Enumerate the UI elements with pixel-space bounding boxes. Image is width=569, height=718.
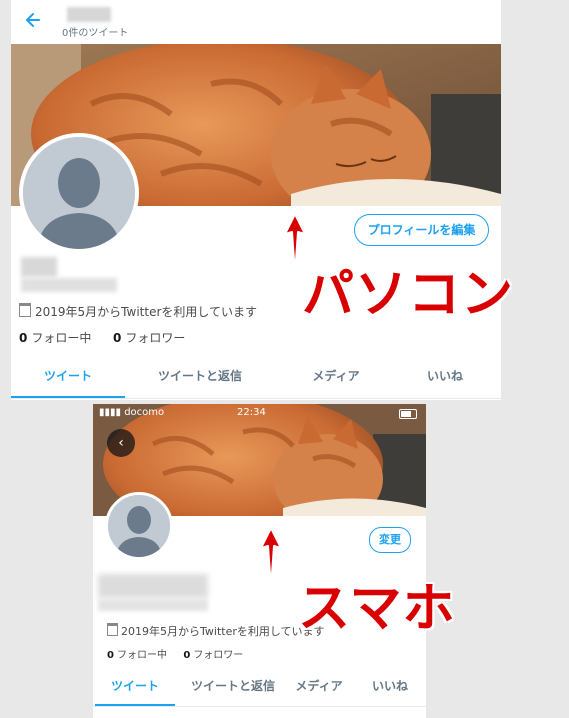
following-link[interactable]: 0 フォロー中 bbox=[19, 331, 91, 345]
phone-annotation-arrow bbox=[260, 527, 282, 589]
tweet-count: 0件のツイート bbox=[62, 28, 129, 39]
display-name-redacted bbox=[98, 574, 208, 598]
edit-profile-button[interactable]: 変更 bbox=[369, 527, 411, 553]
username-redacted bbox=[21, 278, 117, 292]
chevron-left-icon[interactable]: ‹ bbox=[107, 429, 135, 457]
profile-tabs: ツイート ツイートと返信 メディア いいね bbox=[93, 668, 426, 707]
battery-icon bbox=[399, 409, 417, 419]
following-count: 0 bbox=[19, 331, 28, 345]
username-redacted bbox=[98, 599, 208, 611]
following-link[interactable]: 0 フォロー中 bbox=[107, 650, 167, 661]
profile-avatar[interactable] bbox=[19, 133, 139, 253]
tab-likes[interactable]: いいね bbox=[361, 668, 419, 704]
followers-count: 0 bbox=[113, 331, 122, 345]
tab-media[interactable]: メディア bbox=[291, 358, 381, 396]
status-bar: ▮▮▮▮ docomo 22:34 bbox=[99, 407, 421, 421]
display-name-redacted bbox=[21, 257, 57, 277]
follow-stats: 0 フォロー中 0 フォロワー bbox=[19, 329, 185, 346]
joined-text: 2019年5月からTwitterを利用しています bbox=[35, 305, 258, 319]
joined-date: 2019年5月からTwitterを利用しています bbox=[19, 303, 257, 320]
followers-link[interactable]: 0 フォロワー bbox=[113, 331, 185, 345]
calendar-icon bbox=[19, 303, 31, 317]
followers-label: フォロワー bbox=[125, 331, 186, 345]
joined-date: 2019年5月からTwitterを利用しています bbox=[107, 623, 325, 639]
follow-stats: 0 フォロー中 0 フォロワー bbox=[107, 646, 243, 661]
following-label: フォロー中 bbox=[116, 650, 167, 661]
followers-count: 0 bbox=[183, 650, 191, 661]
following-count: 0 bbox=[107, 650, 114, 661]
pc-annotation-label: パソコン bbox=[302, 265, 515, 325]
carrier-label: docomo bbox=[124, 407, 165, 418]
followers-label: フォロワー bbox=[193, 650, 244, 661]
status-time: 22:34 bbox=[237, 407, 266, 418]
profile-avatar[interactable] bbox=[105, 492, 173, 560]
desktop-profile-panel: 0件のツイート プロフィールを編集 2019年5月からTwitterを利用してい… bbox=[11, 0, 501, 400]
tab-media[interactable]: メディア bbox=[287, 668, 351, 704]
following-label: フォロー中 bbox=[31, 331, 92, 345]
tab-tweets-and-replies[interactable]: ツイートと返信 bbox=[145, 358, 255, 396]
tab-tweets[interactable]: ツイート bbox=[11, 358, 125, 398]
signal-icon: ▮▮▮▮ bbox=[99, 407, 125, 418]
profile-tabs: ツイート ツイートと返信 メディア いいね bbox=[11, 358, 501, 399]
profile-name-redacted bbox=[67, 7, 111, 22]
edit-profile-button[interactable]: プロフィールを編集 bbox=[354, 214, 489, 246]
arrow-left-icon[interactable] bbox=[23, 10, 43, 30]
carrier-name: ▮▮▮▮ docomo bbox=[99, 407, 164, 418]
profile-header: 0件のツイート bbox=[11, 0, 501, 44]
tab-tweets[interactable]: ツイート bbox=[95, 668, 175, 706]
phone-annotation-label: スマホ bbox=[298, 579, 456, 639]
calendar-icon bbox=[107, 623, 118, 636]
tab-likes[interactable]: いいね bbox=[407, 358, 483, 396]
tab-tweets-and-replies[interactable]: ツイートと返信 bbox=[183, 668, 283, 704]
followers-link[interactable]: 0 フォロワー bbox=[183, 650, 243, 661]
joined-text: 2019年5月からTwitterを利用しています bbox=[121, 625, 325, 638]
